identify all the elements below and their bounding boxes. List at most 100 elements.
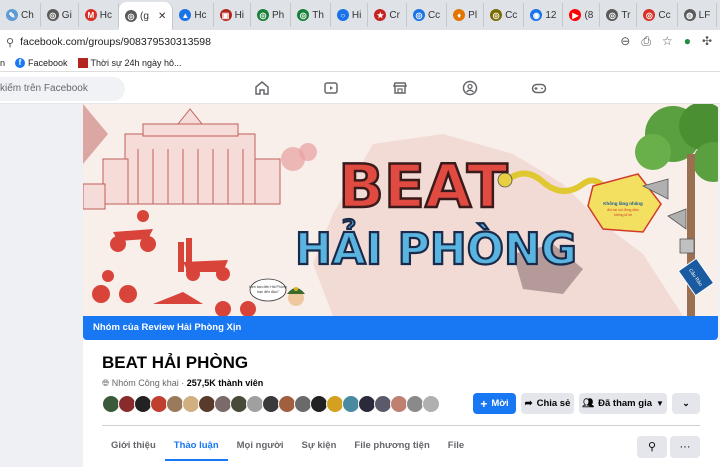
browser-tab-strip: ✎ Ch ◎ Gi M Hc ◎ (g ✕ ▲ Hc ▣ Hi ◎ Ph ◎ Th ○ Hi ★ Cr ◎ Cc ♦ Pl ◎ Cc… bbox=[0, 0, 720, 30]
tab-favicon-icon: ◉ bbox=[530, 9, 543, 21]
bookmark-truncated[interactable]: n bbox=[0, 58, 5, 68]
browser-tab[interactable]: ♦ Pl bbox=[447, 3, 485, 27]
browser-tab[interactable]: ◎ Th bbox=[291, 3, 331, 27]
marketplace-icon[interactable] bbox=[392, 80, 408, 96]
facebook-icon: f bbox=[15, 57, 26, 68]
search-group-button[interactable]: ⚲ bbox=[637, 436, 667, 458]
tab-label: Tr bbox=[621, 9, 631, 21]
extension-icon[interactable]: ● bbox=[684, 34, 691, 49]
svg-text:không lả lơi: không lả lơi bbox=[614, 213, 632, 217]
cover-title-beat: BEAT bbox=[338, 152, 507, 222]
browser-tab[interactable]: ▣ Hi bbox=[214, 3, 252, 27]
tab-label: Cc bbox=[505, 9, 518, 21]
tab-favicon-icon: ▣ bbox=[219, 9, 232, 21]
url-text[interactable]: facebook.com/groups/908379530313598 bbox=[20, 36, 211, 48]
tab-label: Hc bbox=[99, 9, 113, 21]
browser-tab[interactable]: ◎ (g ✕ bbox=[119, 2, 174, 30]
groups-icon[interactable] bbox=[462, 80, 478, 96]
browser-tab[interactable]: M Hc bbox=[79, 3, 120, 27]
svg-text:Không lăng nhăng: Không lăng nhăng bbox=[603, 201, 643, 206]
tab-label: LF bbox=[698, 9, 711, 21]
tab-label: 12 bbox=[545, 9, 557, 21]
browser-tab[interactable]: ◎ Tr bbox=[600, 3, 638, 27]
joined-people-icon: 👥︎ bbox=[582, 398, 595, 409]
bookmark-star-icon[interactable]: ☆ bbox=[662, 34, 673, 49]
browser-tab[interactable]: ○ Hi bbox=[331, 3, 369, 27]
group-tab[interactable]: Thảo luận bbox=[164, 432, 228, 461]
site-info-icon[interactable]: ⚲ bbox=[6, 36, 14, 49]
close-tab-icon[interactable]: ✕ bbox=[158, 11, 166, 22]
group-owner-banner[interactable]: Nhóm của Review Hải Phòng Xịn bbox=[83, 316, 718, 340]
member-avatar[interactable] bbox=[422, 395, 440, 413]
member-avatars[interactable] bbox=[102, 395, 440, 413]
news-icon bbox=[77, 57, 88, 68]
facebook-search-input[interactable]: kiếm trên Facebook bbox=[0, 77, 125, 101]
tab-label: Th bbox=[312, 9, 324, 21]
tab-label: Ph bbox=[272, 9, 285, 21]
tab-favicon-icon: ○ bbox=[336, 9, 349, 21]
share-arrow-icon: ➦ bbox=[524, 398, 533, 409]
video-icon[interactable] bbox=[323, 80, 339, 96]
bookmark-label: Thời sự 24h ngày hô... bbox=[90, 57, 182, 68]
browser-tab[interactable]: ▶ (8 bbox=[563, 3, 601, 27]
bookmark-facebook[interactable]: f Facebook bbox=[15, 57, 68, 68]
gaming-icon[interactable] bbox=[531, 80, 547, 96]
invite-button[interactable]: + Mời bbox=[473, 393, 516, 414]
group-tabs: Giới thiệu Thảo luận Mọi người Sự kiện File … bbox=[102, 432, 473, 461]
browser-tab[interactable]: ◎ Gi bbox=[41, 3, 79, 27]
more-options-button[interactable]: ··· bbox=[670, 436, 700, 458]
tab-label: Hi bbox=[234, 9, 245, 21]
group-title: BEAT HẢI PHÒNG bbox=[102, 353, 249, 372]
bookmark-label: Facebook bbox=[28, 57, 68, 68]
chevron-down-icon: ▼ bbox=[656, 399, 664, 408]
tab-favicon-icon: ◎ bbox=[125, 10, 138, 22]
tab-favicon-icon: ◍ bbox=[683, 9, 696, 21]
address-bar[interactable]: ⚲ facebook.com/groups/908379530313598 ⊖ … bbox=[0, 30, 720, 54]
share-button[interactable]: ➦ Chia sẻ bbox=[521, 393, 574, 414]
cover-title-haiphong: HẢI PHÒNG bbox=[295, 218, 577, 275]
browser-tab[interactable]: ★ Cr bbox=[368, 3, 407, 27]
zoom-icon[interactable]: ⊖ bbox=[620, 34, 630, 49]
group-tab[interactable]: File bbox=[439, 432, 473, 461]
tab-favicon-icon: ◎ bbox=[412, 9, 425, 21]
group-tab[interactable]: Giới thiệu bbox=[102, 432, 165, 461]
tab-favicon-icon: ◎ bbox=[46, 9, 59, 21]
browser-tab[interactable]: ◍ LF bbox=[678, 3, 718, 27]
extensions-puzzle-icon[interactable]: ✣ bbox=[702, 34, 712, 49]
group-cover-photo[interactable]: Hẹn bạn đến Hải Phòng bạn đến đâu? Không… bbox=[83, 104, 718, 316]
owner-label[interactable]: Nhóm của Review Hải Phòng Xịn bbox=[93, 322, 241, 333]
browser-tab[interactable]: ◎ Ph bbox=[251, 3, 292, 27]
group-tab[interactable]: Mọi người bbox=[228, 432, 293, 461]
joined-button[interactable]: 👥︎ Đã tham gia ▼ bbox=[579, 393, 667, 414]
facebook-top-nav: kiếm trên Facebook bbox=[0, 72, 720, 104]
home-icon[interactable] bbox=[254, 80, 270, 96]
browser-tab[interactable]: ◎ Cc bbox=[637, 3, 678, 27]
tab-label: Ch bbox=[21, 9, 34, 21]
tab-favicon-icon: ▶ bbox=[569, 9, 582, 21]
tab-favicon-icon: ♦ bbox=[453, 9, 466, 21]
tab-label: Cc bbox=[427, 9, 441, 21]
bookmark-news[interactable]: Thời sự 24h ngày hô... bbox=[77, 57, 182, 68]
member-count[interactable]: 257,5K thành viên bbox=[187, 378, 264, 388]
browser-tab[interactable]: ◎ Cc bbox=[407, 3, 448, 27]
group-tab[interactable]: Sự kiện bbox=[293, 432, 346, 461]
install-app-icon[interactable]: ⎙ bbox=[641, 34, 651, 49]
browser-tab[interactable]: ▲ Hc bbox=[173, 3, 214, 27]
tab-favicon-icon: ◎ bbox=[490, 9, 503, 21]
invite-label: Mời bbox=[491, 398, 509, 409]
browser-tab[interactable]: ◎ Cc bbox=[484, 3, 525, 27]
browser-tab[interactable]: ◉ 12 bbox=[524, 3, 564, 27]
share-label: Chia sẻ bbox=[536, 398, 571, 409]
group-privacy[interactable]: Nhóm Công khai bbox=[112, 378, 179, 388]
expand-button[interactable]: ⌄ bbox=[672, 393, 700, 414]
browser-tab[interactable]: ✎ Ch bbox=[0, 3, 41, 27]
group-meta: 🌐︎ Nhóm Công khai · 257,5K thành viên bbox=[102, 378, 264, 388]
header-divider bbox=[102, 425, 700, 426]
tab-favicon-icon: ★ bbox=[374, 9, 387, 21]
group-tab[interactable]: File phương tiện bbox=[345, 432, 438, 461]
plus-icon: + bbox=[480, 396, 488, 411]
tab-label: Cr bbox=[389, 9, 400, 21]
tab-label: Cc bbox=[658, 9, 671, 21]
joined-label: Đã tham gia bbox=[598, 398, 652, 409]
group-header-panel: BEAT HẢI PHÒNG 🌐︎ Nhóm Công khai · 257,5… bbox=[83, 340, 720, 467]
